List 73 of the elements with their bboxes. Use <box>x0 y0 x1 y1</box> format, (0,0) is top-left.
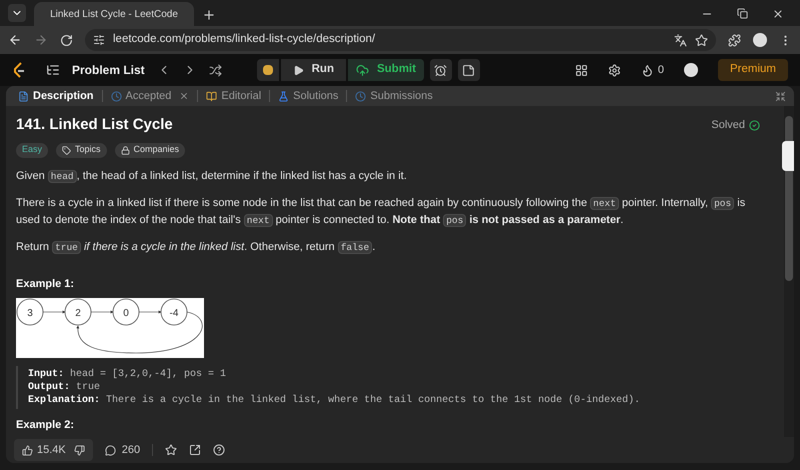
restore-icon <box>737 8 748 19</box>
back-icon <box>8 33 22 47</box>
tag-icon <box>62 146 72 154</box>
problem-list-link[interactable]: Problem List <box>72 61 145 79</box>
example-heading: Example 2: <box>16 418 76 433</box>
tag-chip[interactable]: Topics <box>56 142 107 158</box>
url-text: leetcode.com/problems/linked-list-cycle/description/ <box>113 32 376 48</box>
site-info-icon <box>93 34 105 46</box>
side-handle[interactable] <box>782 141 794 171</box>
premium-button[interactable]: Premium <box>718 59 788 81</box>
thumbs-down-icon <box>74 444 85 456</box>
flame-icon <box>640 64 654 76</box>
collapse-icon <box>775 90 786 102</box>
paragraph: There is a cycle in a linked list if there is some node in the list that can be reached again by continuously following the next pointer. Internally, pos is used to denote the index of the node that tail's next pointer is connected to. Note that pos is not passed as a parameter. <box>16 196 746 228</box>
thumbs-up-icon <box>22 444 33 456</box>
solved-status: Solved <box>711 118 745 133</box>
panel-tab[interactable]: Accepted <box>106 88 194 104</box>
logo-icon[interactable] <box>12 62 26 78</box>
difficulty-badge[interactable]: Easy <box>16 142 48 158</box>
tab-icon <box>355 90 366 102</box>
address-bar[interactable]: leetcode.com/problems/linked-list-cycle/description/ <box>85 29 716 51</box>
submit-button[interactable]: Submit <box>348 59 424 81</box>
tag-chip[interactable]: Companies <box>114 142 186 158</box>
favorite-icon <box>165 444 178 456</box>
tab-list-button[interactable] <box>8 4 26 22</box>
like-button[interactable]: 15.4K <box>22 442 66 458</box>
reload-icon <box>60 34 73 46</box>
example-line: Output: true <box>28 381 102 394</box>
dislike-button[interactable] <box>74 444 85 456</box>
panel-tab[interactable]: Editorial <box>202 88 266 104</box>
translate-icon <box>674 34 687 46</box>
run-button[interactable]: Run <box>280 59 346 81</box>
debug-button[interactable] <box>256 59 279 81</box>
example-heading: Example 1: <box>16 276 76 292</box>
forward-icon <box>34 33 48 47</box>
timer-button[interactable] <box>430 59 452 81</box>
comments-button[interactable]: 260 <box>104 442 140 458</box>
settings-icon <box>608 64 621 76</box>
panel-tab[interactable]: Solutions <box>274 88 342 104</box>
check-icon <box>749 120 760 131</box>
panel-tab[interactable]: Submissions <box>351 88 437 104</box>
linked-list-diagram: 3 2 0 -4 <box>16 298 204 358</box>
comment-icon <box>104 444 116 456</box>
note-icon <box>462 64 476 76</box>
tab-icon <box>110 90 122 102</box>
problem-title: 141. Linked List Cycle <box>16 115 173 135</box>
bookmark-star-icon <box>695 34 708 46</box>
alarm-clock-icon <box>434 64 448 76</box>
example-line: Input: head = [3,2,0,-4], pos = 1 <box>28 368 228 381</box>
shuffle-icon <box>208 64 222 76</box>
streak-count: 0 <box>658 62 664 78</box>
new-tab-icon <box>202 8 216 22</box>
tab-icon <box>18 90 29 102</box>
paragraph: Return true if there is a cycle in the linked list. Otherwise, return false . <box>16 240 376 256</box>
tab-icon <box>206 90 218 102</box>
lock-icon <box>120 146 130 154</box>
profile-avatar[interactable] <box>753 33 767 47</box>
help-icon <box>213 444 226 456</box>
notes-button[interactable] <box>458 59 480 81</box>
user-avatar[interactable] <box>684 63 698 77</box>
play-icon <box>292 64 304 76</box>
share-icon <box>189 444 202 456</box>
layout-icon <box>574 64 588 76</box>
browser-tab[interactable]: Linked List Cycle - LeetCode <box>34 2 194 26</box>
extensions-icon <box>728 34 741 46</box>
list-icon <box>46 63 60 77</box>
example-line: Explanation: There is a cycle in the linked list, where the tail connects to the 1st node (0-indexed). <box>28 394 642 407</box>
cloud-upload-icon <box>356 64 369 76</box>
panel-tab[interactable]: Description <box>14 88 98 104</box>
tab-icon <box>278 90 290 102</box>
tab-title: Linked List Cycle - LeetCode <box>50 8 178 22</box>
paragraph: Given head , the head of a linked list, determine if the linked list has a cycle in it. <box>16 168 408 184</box>
close-icon <box>772 8 784 20</box>
